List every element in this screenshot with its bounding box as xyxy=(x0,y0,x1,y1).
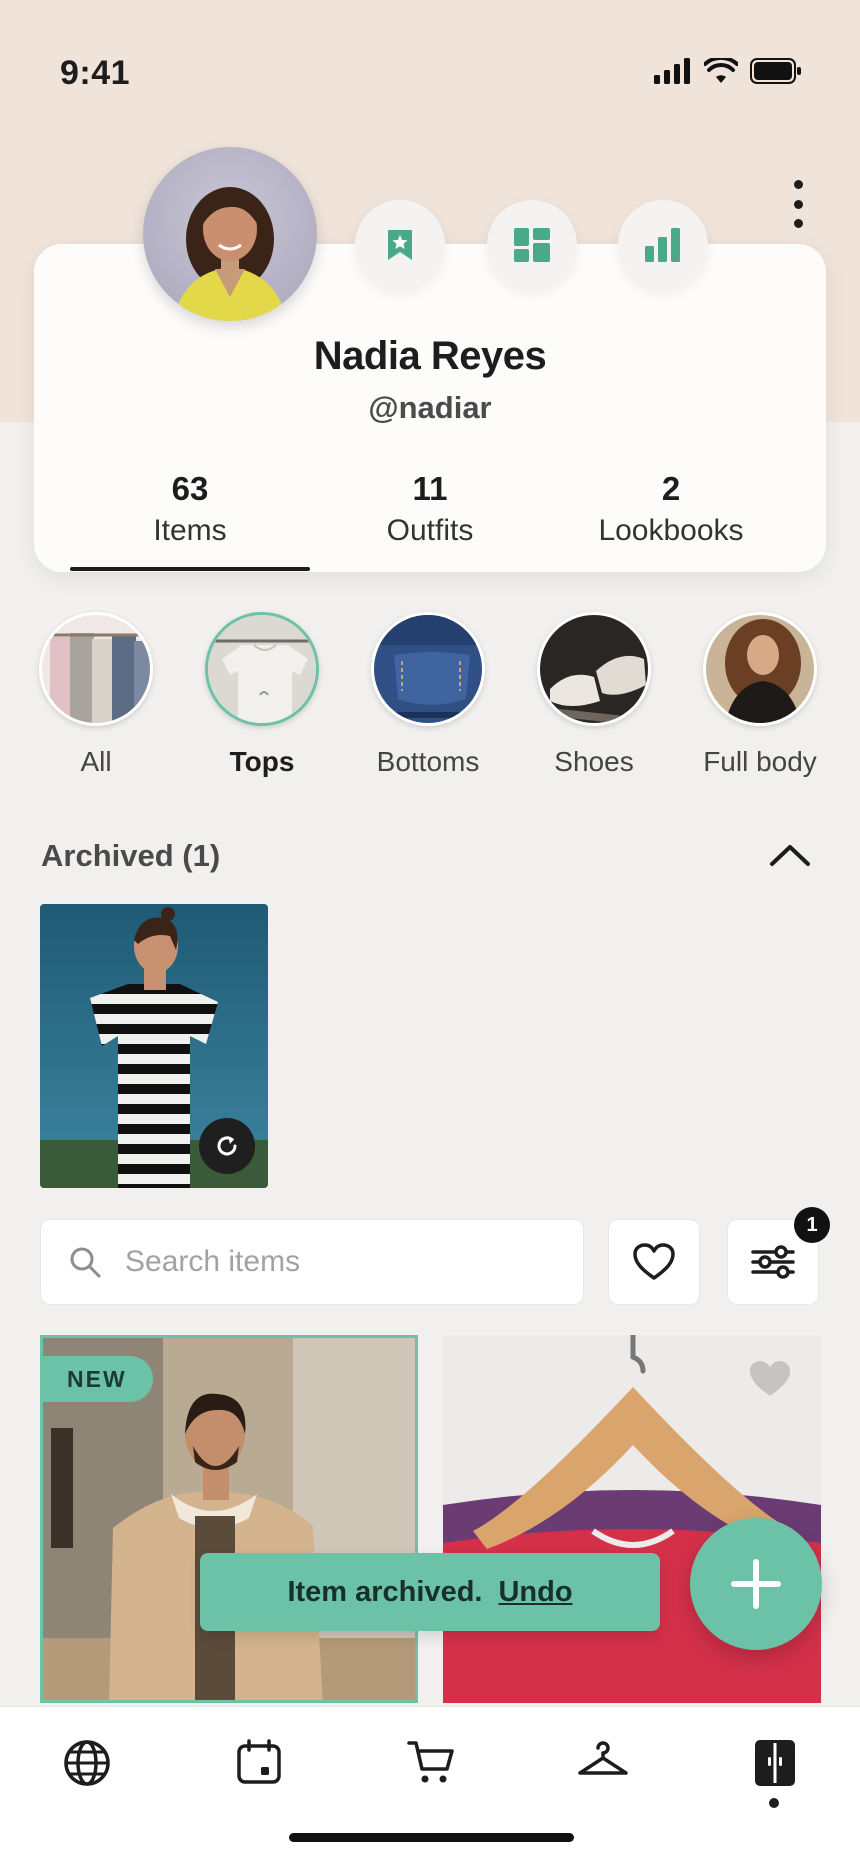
search-icon xyxy=(70,1247,101,1278)
category-shoes[interactable]: Shoes xyxy=(534,612,654,778)
category-all-label: All xyxy=(80,746,112,777)
wifi-icon xyxy=(704,58,738,83)
add-item-button[interactable] xyxy=(690,1518,822,1650)
chevron-up-icon[interactable] xyxy=(768,840,812,870)
favorites-filter-button[interactable] xyxy=(608,1219,700,1305)
items-count: 63 xyxy=(171,470,209,507)
cart-icon xyxy=(407,1741,454,1783)
dot-icon xyxy=(793,180,803,189)
dot-icon xyxy=(793,199,803,209)
refresh-icon xyxy=(217,1136,237,1156)
profile-handle: @nadiar xyxy=(368,390,492,425)
nav-calendar[interactable] xyxy=(214,1739,304,1819)
dashboard-grid-icon xyxy=(514,228,550,262)
category-tops[interactable]: Tops xyxy=(202,612,322,778)
search-input[interactable] xyxy=(125,1245,545,1279)
nav-wardrobe-items[interactable] xyxy=(558,1739,648,1819)
outfits-count: 11 xyxy=(412,470,448,507)
archived-section-title: Archived (1) xyxy=(41,838,221,873)
signal-icon xyxy=(654,58,690,84)
stats-button[interactable] xyxy=(618,200,708,290)
globe-icon xyxy=(64,1740,110,1786)
nav-shop[interactable] xyxy=(386,1739,476,1819)
profile-name: Nadia Reyes xyxy=(313,334,547,378)
bar-chart-icon xyxy=(645,228,680,262)
category-bottoms-image xyxy=(371,612,485,726)
category-tops-label: Tops xyxy=(229,746,295,777)
bookmark-button[interactable] xyxy=(355,200,445,290)
avatar-portrait xyxy=(173,187,287,321)
new-badge: NEW xyxy=(43,1356,153,1402)
toast-notification: Item archived. Undo xyxy=(200,1553,660,1631)
plus-icon xyxy=(731,1559,781,1609)
favorite-heart-icon[interactable] xyxy=(747,1359,793,1399)
category-full-body-label: Full body xyxy=(703,746,817,777)
restore-button[interactable] xyxy=(199,1118,255,1174)
search-box[interactable] xyxy=(40,1219,584,1305)
calendar-icon xyxy=(237,1739,281,1784)
outfits-label: Outfits xyxy=(386,514,474,547)
toast-message: Item archived. xyxy=(287,1575,483,1608)
sliders-icon xyxy=(751,1245,795,1279)
dot-icon xyxy=(793,219,803,228)
hanger-icon xyxy=(578,1741,628,1775)
wardrobe-icon xyxy=(755,1740,795,1786)
category-bottoms[interactable]: Bottoms xyxy=(368,612,488,778)
heart-outline-icon xyxy=(633,1243,675,1280)
lookbooks-label: Lookbooks xyxy=(598,514,744,547)
active-nav-indicator xyxy=(769,1798,779,1808)
active-tab-indicator xyxy=(70,567,310,571)
items-label: Items xyxy=(153,514,227,547)
tab-outfits[interactable]: 11 Outfits xyxy=(310,470,550,548)
nav-explore[interactable] xyxy=(42,1739,132,1819)
category-full-body-image xyxy=(703,612,817,726)
category-tops-image xyxy=(205,612,319,726)
category-full-body[interactable]: Full body xyxy=(700,612,820,778)
status-bar: 9:41 xyxy=(0,48,860,98)
category-all-image xyxy=(39,612,153,726)
category-shoes-image xyxy=(537,612,651,726)
tab-lookbooks[interactable]: 2 Lookbooks xyxy=(551,470,791,548)
lookbooks-count: 2 xyxy=(661,470,681,507)
tab-items[interactable]: 63 Items xyxy=(70,470,310,548)
category-all[interactable]: All xyxy=(36,612,156,778)
dashboard-button[interactable] xyxy=(487,200,577,290)
bookmark-star-icon xyxy=(388,230,412,260)
avatar[interactable] xyxy=(143,147,317,321)
category-bottoms-label: Bottoms xyxy=(376,746,480,777)
status-icons xyxy=(654,58,802,84)
item-card[interactable]: NEW xyxy=(40,1335,418,1703)
more-options-button[interactable] xyxy=(786,180,810,228)
status-time: 9:41 xyxy=(60,54,131,92)
category-shoes-label: Shoes xyxy=(554,746,634,777)
home-indicator xyxy=(289,1833,574,1842)
battery-icon xyxy=(750,58,801,84)
filter-count-badge: 1 xyxy=(794,1207,830,1243)
undo-button[interactable]: Undo xyxy=(498,1576,572,1609)
